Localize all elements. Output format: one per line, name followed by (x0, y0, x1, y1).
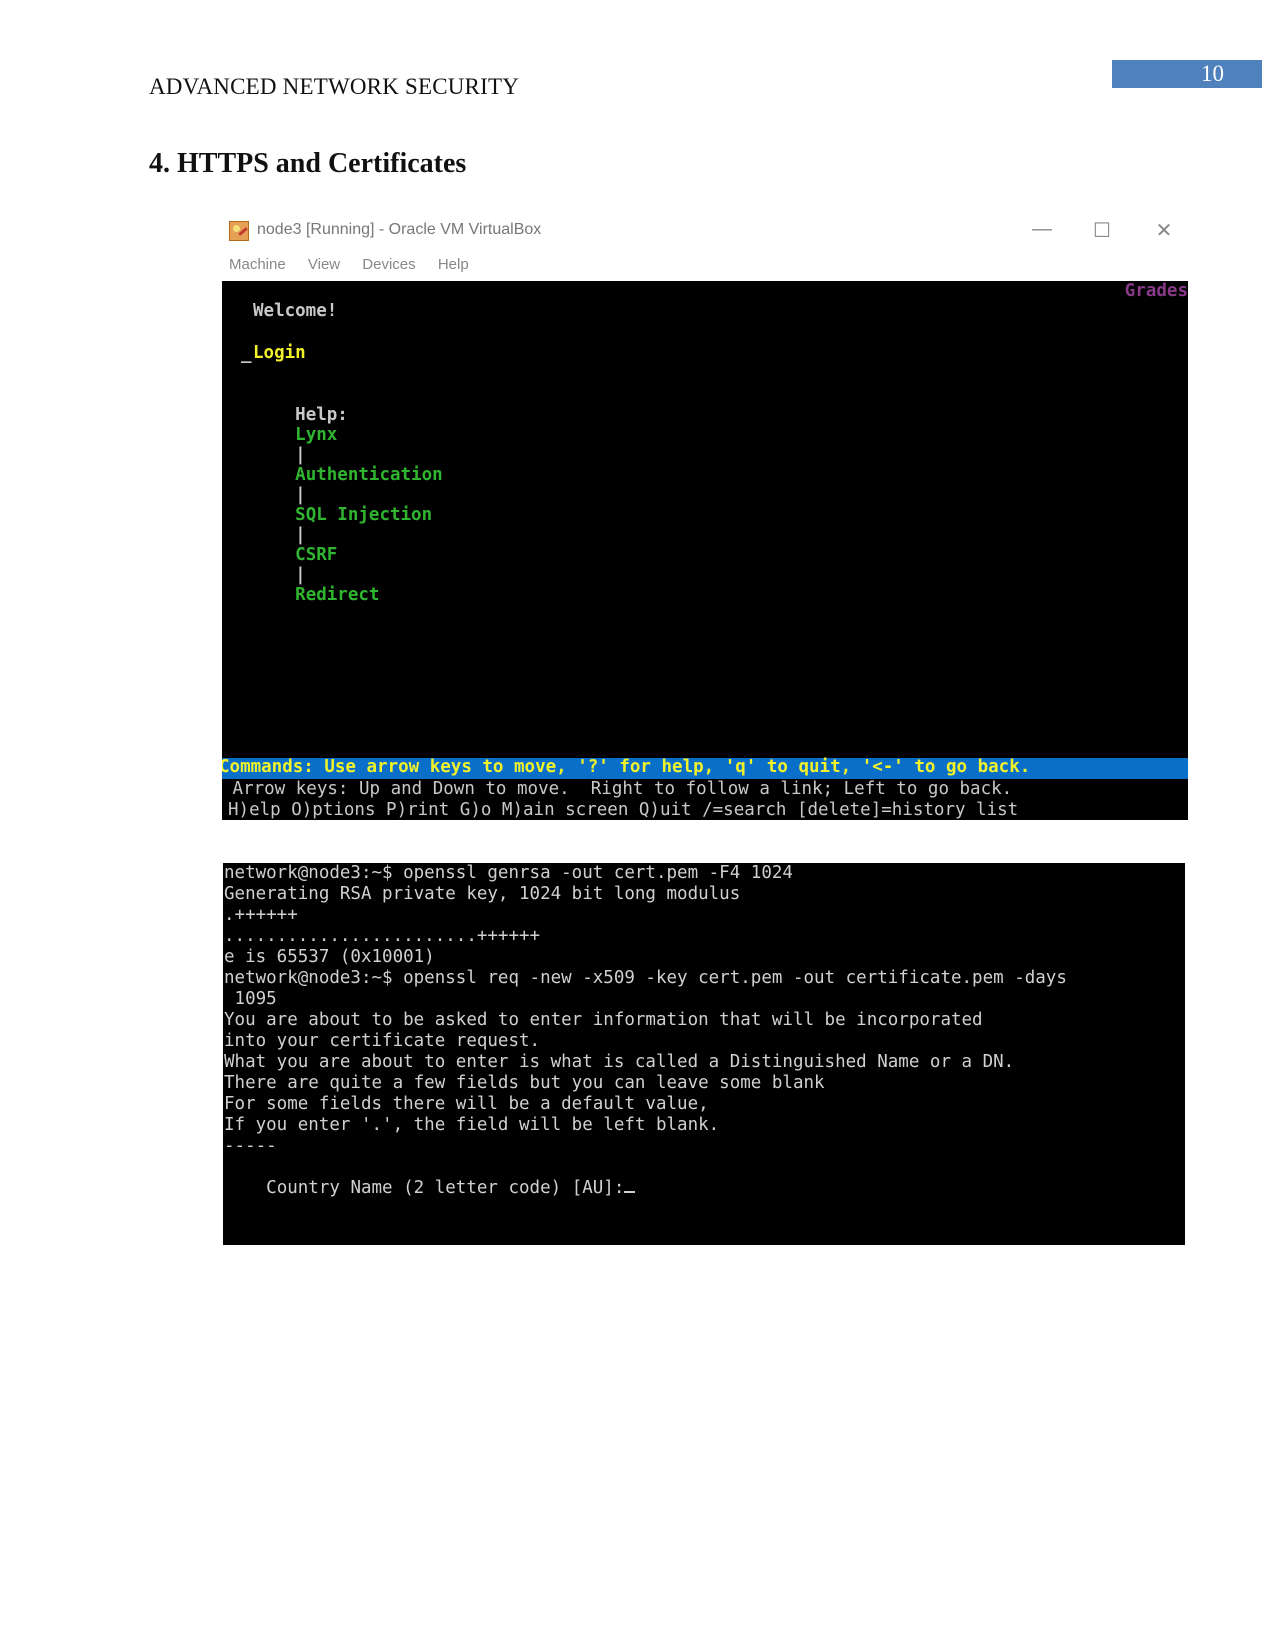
menu-view[interactable]: View (308, 256, 340, 273)
virtualbox-app-icon (229, 221, 249, 241)
lynx-terminal-screen[interactable]: Grades Welcome! _ Login Help: Lynx | Aut… (222, 281, 1188, 820)
openssl-terminal[interactable]: network@node3:~$ openssl genrsa -out cer… (223, 863, 1185, 1245)
menu-help[interactable]: Help (438, 256, 469, 273)
welcome-text: Welcome! (253, 301, 338, 321)
help-link-sql-injection[interactable]: SQL Injection (295, 505, 432, 525)
commands-text: Commands: Use arrow keys to move, '?' fo… (222, 757, 1031, 777)
help-link-lynx[interactable]: Lynx (295, 425, 337, 445)
menu-devices[interactable]: Devices (362, 256, 415, 273)
terminal-line: ........................++++++ (224, 926, 541, 946)
terminal-line: What you are about to enter is what is c… (224, 1052, 1015, 1072)
help-label: Help: (295, 405, 348, 425)
section-title: 4. HTTPS and Certificates (149, 148, 467, 179)
running-head: ADVANCED NETWORK SECURITY (149, 74, 520, 99)
help-line: Help: Lynx | Authentication | SQL Inject… (253, 385, 443, 625)
country-name-prompt: Country Name (2 letter code) [AU]: (266, 1178, 625, 1198)
link-cursor: _ (241, 344, 252, 364)
terminal-line: e is 65537 (0x10001) (224, 947, 435, 967)
separator: | (295, 525, 306, 545)
grades-link[interactable]: Grades (1125, 281, 1188, 301)
terminal-line: You are about to be asked to enter infor… (224, 1010, 983, 1030)
page-number-box: 10 (1112, 60, 1262, 88)
login-link[interactable]: Login (253, 343, 306, 363)
terminal-line: There are quite a few fields but you can… (224, 1073, 825, 1093)
separator: | (295, 445, 306, 465)
help-link-authentication[interactable]: Authentication (295, 465, 443, 485)
help-link-redirect[interactable]: Redirect (295, 585, 379, 605)
terminal-line: ----- (224, 1136, 277, 1156)
menu-bar: Machine View Devices Help (229, 256, 487, 273)
page-number: 10 (1201, 61, 1224, 86)
terminal-line: If you enter '.', the field will be left… (224, 1115, 720, 1135)
terminal-line: .++++++ (224, 905, 298, 925)
text-cursor (624, 1177, 636, 1193)
country-prompt-line[interactable]: Country Name (2 letter code) [AU]: (224, 1157, 636, 1218)
terminal-line: 1095 (224, 989, 277, 1009)
window-title: node3 [Running] - Oracle VM VirtualBox (257, 221, 542, 238)
commands-bar: Commands: Use arrow keys to move, '?' fo… (222, 757, 1188, 779)
minimize-button[interactable]: — (1027, 218, 1057, 241)
separator: | (295, 485, 306, 505)
terminal-line: into your certificate request. (224, 1031, 541, 1051)
maximize-button[interactable]: ☐ (1087, 218, 1117, 243)
help-link-csrf[interactable]: CSRF (295, 545, 337, 565)
arrow-keys-help: Arrow keys: Up and Down to move. Right t… (222, 779, 1013, 799)
close-button[interactable]: ✕ (1149, 218, 1179, 243)
menu-machine[interactable]: Machine (229, 256, 286, 273)
terminal-line: For some fields there will be a default … (224, 1094, 709, 1114)
terminal-line: network@node3:~$ openssl genrsa -out cer… (224, 863, 793, 883)
terminal-line: network@node3:~$ openssl req -new -x509 … (224, 968, 1067, 988)
separator: | (295, 565, 306, 585)
window-titlebar[interactable]: node3 [Running] - Oracle VM VirtualBox —… (222, 210, 1188, 254)
shortcuts-help: H)elp O)ptions P)rint G)o M)ain screen Q… (228, 800, 1019, 820)
terminal-line: Generating RSA private key, 1024 bit lon… (224, 884, 741, 904)
